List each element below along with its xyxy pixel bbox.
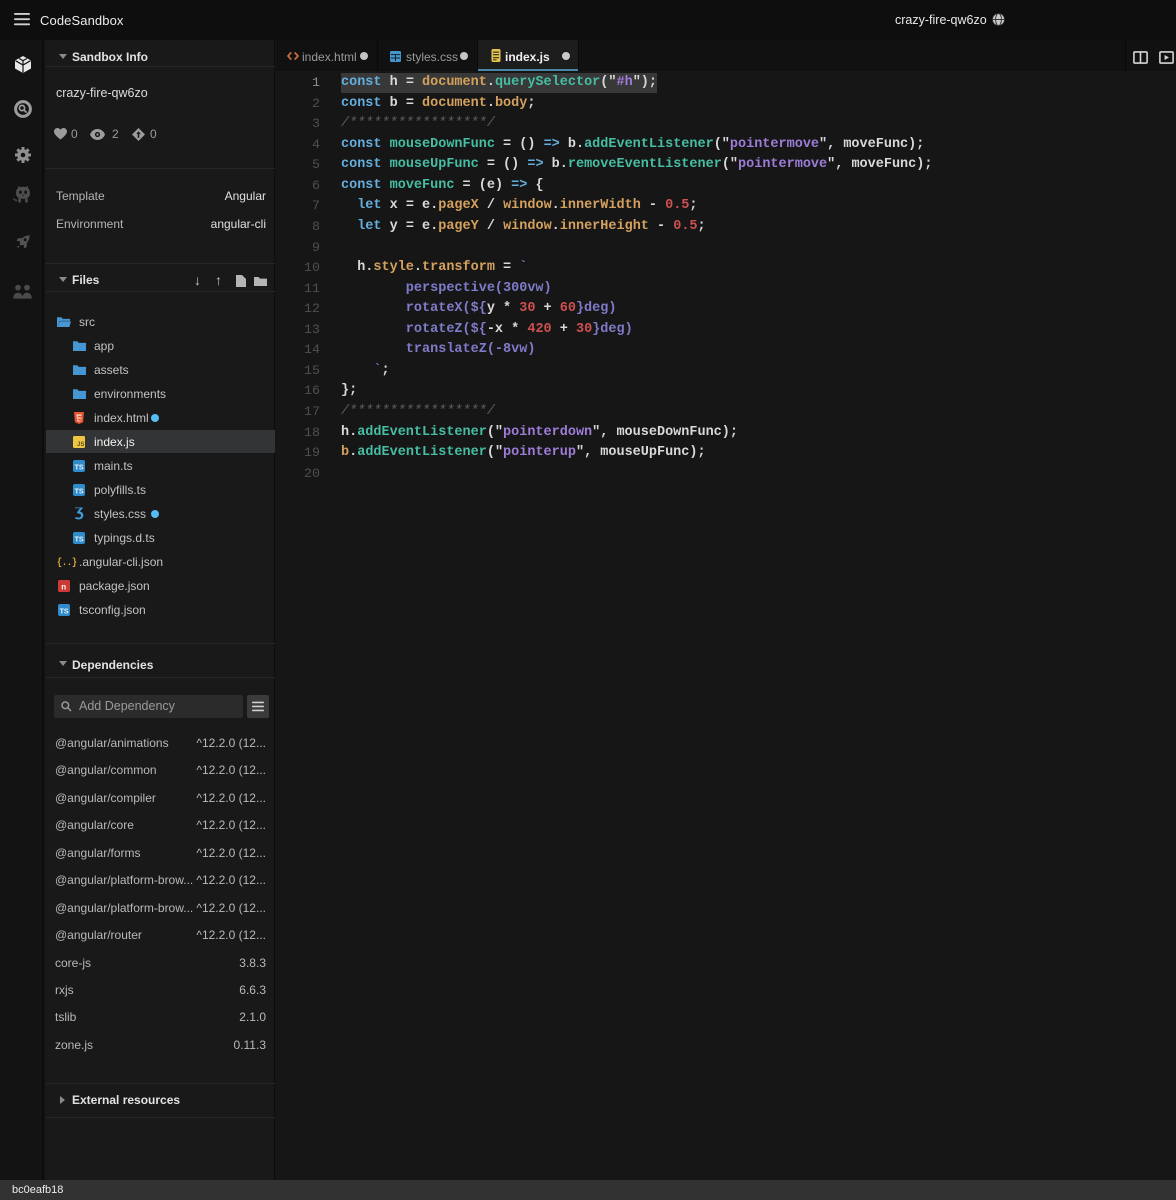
svg-text:n: n xyxy=(61,583,66,592)
svg-text:TS: TS xyxy=(60,608,69,615)
svg-text:{..}: {..} xyxy=(57,557,77,567)
svg-text:TS: TS xyxy=(75,536,84,543)
svg-text:JS: JS xyxy=(77,442,84,448)
svg-text:TS: TS xyxy=(75,464,84,471)
svg-text:TS: TS xyxy=(75,488,84,495)
